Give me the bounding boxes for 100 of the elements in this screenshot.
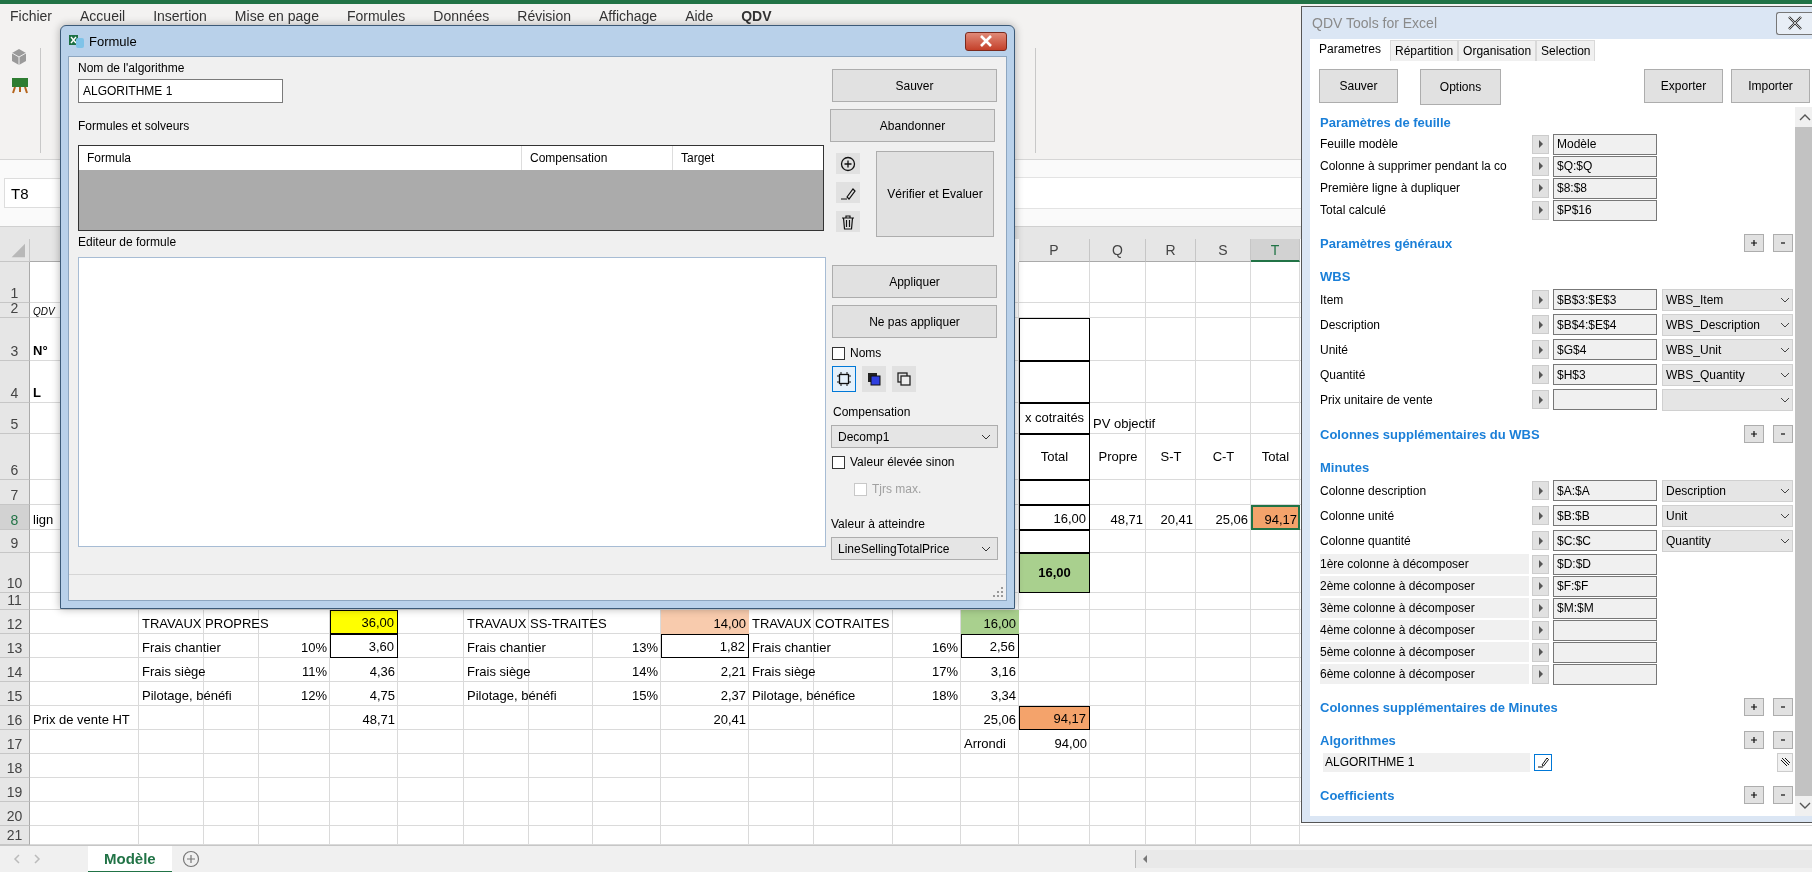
row-header[interactable]: 13 <box>0 634 30 658</box>
field-label: Colonne quantité <box>1320 532 1412 550</box>
table-cell-text: 48,71 <box>1109 510 1144 529</box>
table-cell-text: 12% <box>299 686 328 705</box>
row-header[interactable]: 15 <box>0 682 30 706</box>
column-header[interactable]: S <box>1196 239 1251 262</box>
tab[interactable]: Selection <box>1536 40 1596 61</box>
row-header[interactable]: 4 <box>0 361 30 403</box>
input-field[interactable]: $M:$M <box>1553 597 1657 619</box>
field-label: 1ère colonne à décomposer <box>1320 554 1529 574</box>
table-cell: 94,17 <box>1251 505 1300 530</box>
table-cell-text: Frais chantier <box>751 638 832 657</box>
table-cell: 3,60 <box>330 634 398 658</box>
menu-tab[interactable]: Révision <box>517 8 572 24</box>
input-field[interactable]: $G$4 <box>1553 339 1657 360</box>
menu-tab[interactable]: Affichage <box>599 8 658 24</box>
menu-tab[interactable]: Formules <box>346 8 406 24</box>
row-header[interactable]: 1 <box>0 262 30 303</box>
menu-tab[interactable]: Accueil <box>80 8 126 24</box>
input-field[interactable]: $H$3 <box>1553 364 1657 385</box>
row-header[interactable]: 21 <box>0 826 30 845</box>
row-header[interactable]: 17 <box>0 730 30 754</box>
list-item[interactable]: ALGORITHME 1 <box>1323 752 1530 772</box>
table-cell-text: Prix de vente HT <box>32 710 131 729</box>
section-heading: Algorithmes <box>1320 732 1397 748</box>
dropdown[interactable]: Description <box>1662 479 1793 502</box>
window-title: Formule <box>89 33 137 49</box>
table-cell-text: 10% <box>299 638 328 657</box>
column-header[interactable]: Target <box>673 146 823 170</box>
input-field[interactable]: Modèle <box>1553 133 1657 155</box>
input-field[interactable]: $B$4:$E$4 <box>1553 314 1657 335</box>
row-header[interactable]: 8 <box>0 505 30 530</box>
menu-tab[interactable]: Mise en page <box>234 8 319 24</box>
table-cell-text: N° <box>32 341 49 360</box>
tab[interactable]: Répartition <box>1390 40 1459 61</box>
input-field[interactable]: $C:$C <box>1553 530 1657 551</box>
input-field[interactable]: $8:$8 <box>1553 177 1657 199</box>
dropdown[interactable]: LineSellingTotalPrice <box>831 537 998 560</box>
action-button[interactable]: Abandonner <box>830 109 995 142</box>
dropdown[interactable]: Decomp1 <box>831 425 998 448</box>
menu-tab[interactable]: Aide <box>685 8 714 24</box>
table-cell-text: 17% <box>930 662 959 681</box>
menu-tab[interactable]: Insertion <box>153 8 207 24</box>
dropdown[interactable]: WBS_Unit <box>1662 338 1793 361</box>
row-header[interactable]: 6 <box>0 434 30 480</box>
dropdown[interactable]: Quantity <box>1662 529 1793 552</box>
tab[interactable]: Organisation <box>1458 40 1537 61</box>
dropdown[interactable]: Unit <box>1662 504 1793 527</box>
input-field[interactable]: $P$16 <box>1553 199 1657 221</box>
checkbox[interactable]: Noms <box>832 345 882 361</box>
row-header[interactable]: 10 <box>0 553 30 593</box>
column-header[interactable]: Q <box>1090 239 1146 262</box>
action-button[interactable]: Ne pas appliquer <box>832 305 997 338</box>
menu-tab[interactable]: QDV <box>741 8 772 24</box>
verify-button[interactable]: Vérifier et Evaluer <box>876 151 994 237</box>
row-header[interactable]: 19 <box>0 778 30 802</box>
menu-tab[interactable]: Fichier <box>10 8 52 24</box>
sheet-tab[interactable]: Modèle <box>88 845 172 872</box>
action-button[interactable]: Options <box>1420 69 1501 105</box>
dropdown[interactable]: WBS_Item <box>1662 288 1793 311</box>
column-header[interactable]: R <box>1146 239 1196 262</box>
action-button[interactable]: Appliquer <box>832 265 997 298</box>
row-header[interactable]: 11 <box>0 593 30 610</box>
row-header[interactable]: 14 <box>0 658 30 682</box>
dropdown[interactable]: WBS_Quantity <box>1662 363 1793 386</box>
menu-tab[interactable]: Données <box>433 8 490 24</box>
row-header[interactable]: 12 <box>0 610 30 634</box>
input-field[interactable]: ALGORITHME 1 <box>78 79 283 103</box>
action-button[interactable]: Sauver <box>1319 69 1398 103</box>
table-cell-text: 11% <box>300 662 328 681</box>
action-button[interactable]: Sauver <box>832 69 997 102</box>
input-field[interactable]: $Q:$Q <box>1553 155 1657 177</box>
input-field[interactable]: $F:$F <box>1553 575 1657 597</box>
row-header[interactable]: 16 <box>0 706 30 730</box>
row-header[interactable]: 20 <box>0 802 30 826</box>
column-header[interactable]: P <box>1019 239 1090 262</box>
dropdown[interactable]: WBS_Description <box>1662 313 1793 336</box>
table-cell-text: 94,00 <box>1053 734 1088 753</box>
checkbox[interactable]: Valeur élevée sinon <box>832 454 955 470</box>
action-button[interactable]: Importer <box>1731 69 1810 103</box>
input-field[interactable]: $A:$A <box>1553 480 1657 501</box>
table-cell-text: Frais siège <box>466 662 532 681</box>
table-cell-text: 16% <box>930 638 959 657</box>
field-label: Description <box>1320 316 1382 334</box>
row-header[interactable]: 5 <box>0 403 30 434</box>
row-header[interactable]: 2 <box>0 303 30 318</box>
input-field[interactable]: $D:$D <box>1553 553 1657 575</box>
row-header[interactable]: 7 <box>0 480 30 505</box>
row-header[interactable]: 18 <box>0 754 30 778</box>
column-header[interactable]: T <box>1251 239 1300 262</box>
row-header[interactable]: 3 <box>0 318 30 361</box>
input-field[interactable]: $B$3:$E$3 <box>1553 289 1657 310</box>
table-cell: 1,82 <box>661 634 749 658</box>
table-cell-text: 3,16 <box>989 662 1017 681</box>
row-header[interactable]: 9 <box>0 530 30 553</box>
field-label: 6ème colonne à décomposer <box>1320 664 1529 684</box>
table-cell: 14,00 <box>661 610 749 634</box>
table-cell-text: Pilotage, bénéfice <box>751 686 857 705</box>
action-button[interactable]: Exporter <box>1644 69 1723 103</box>
input-field[interactable]: $B:$B <box>1553 505 1657 526</box>
